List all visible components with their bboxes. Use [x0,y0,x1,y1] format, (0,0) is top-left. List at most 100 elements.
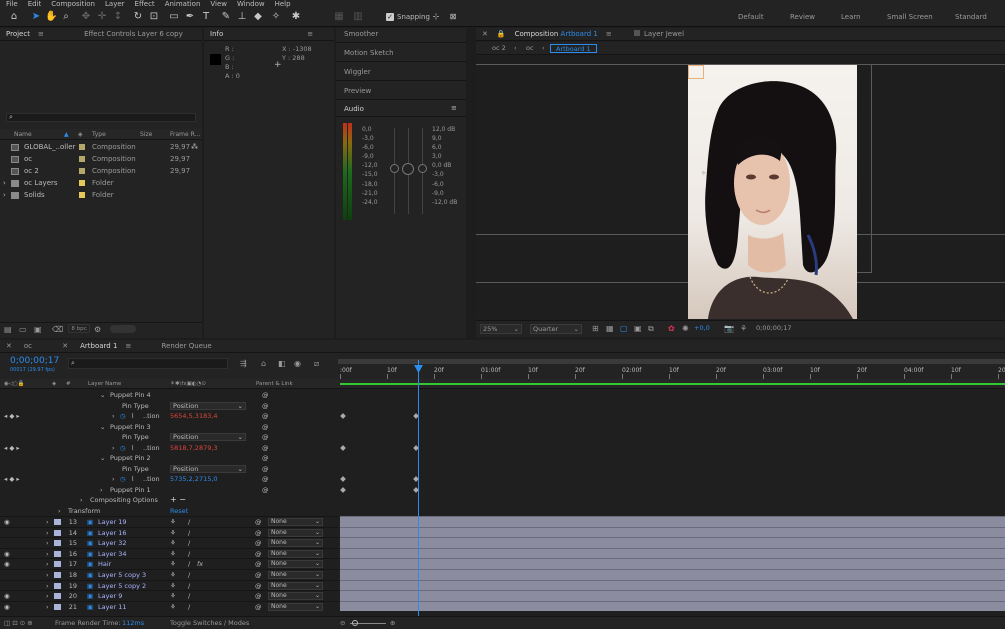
menu-animation[interactable]: Animation [165,0,201,8]
property-row[interactable]: › Compositing Options + − [0,495,338,506]
property-row[interactable]: ◂ ◆ ▸ › ◷ ⌇ ..tion 5818,7,2879,3 @ [0,443,338,454]
property-row[interactable]: Pin Type Position ⌄ @ [0,432,338,443]
zoom-out-icon[interactable]: ⊖ [340,617,345,629]
work-area-bar[interactable] [338,359,1005,364]
label-color[interactable] [79,168,85,174]
pickwhip-icon[interactable]: @ [262,453,269,464]
tab-effect-controls[interactable]: Effect Controls Layer 6 copy [78,28,189,41]
flowchart-icon[interactable]: ⁂ [191,141,198,153]
layer-name[interactable]: Layer 11 [98,602,126,613]
quality-switch-icon[interactable]: / [188,602,190,613]
region-of-interest-icon[interactable]: ⊞ [592,321,599,336]
chevron-right-icon[interactable]: › [3,189,6,201]
rotate-tool-icon[interactable]: ↻ [132,11,144,23]
comp-menu-icon[interactable]: ≡ [604,28,614,41]
layer-row[interactable]: ◉ › 20 ▣ Layer 9 ⚘ / @ None ⌄ [0,590,338,601]
comp-viewer[interactable]: ⌖ [476,55,1005,319]
layer-duration-bar[interactable] [340,600,1005,612]
menu-help[interactable]: Help [275,0,291,8]
property-row[interactable]: ⌄ Puppet Pin 3 @ [0,422,338,433]
show-snapshot-icon[interactable]: ⚘ [740,321,747,336]
panel-menu-icon[interactable]: ≡ [36,28,46,41]
graph-icon[interactable]: ⌇ [131,443,134,454]
pickwhip-icon[interactable]: @ [262,464,269,475]
property-track[interactable] [340,474,1005,485]
footer-toggle-icons[interactable]: ◫ ⊡ ⊙ ⊕ [4,617,33,629]
pickwhip-icon[interactable]: @ [255,602,262,613]
parent-dropdown[interactable]: None ⌄ [268,528,323,537]
layer-row[interactable]: › 19 ▣ Layer 5 copy 2 ⚘ / @ None ⌄ [0,579,338,591]
pen-tool-icon[interactable]: ✒ [184,11,196,23]
graph-icon[interactable]: ⌇ [131,474,134,485]
brush-tool-icon[interactable]: ✎ [220,11,232,23]
exposure-value[interactable]: +0,0 [694,321,710,336]
property-row[interactable]: Pin Type Position ⌄ @ [0,464,338,475]
layer-label-color[interactable] [54,561,61,568]
property-row[interactable]: ⌄ Puppet Pin 4 @ [0,390,338,401]
stopwatch-icon[interactable]: ◷ [120,474,126,485]
label-color[interactable] [79,156,85,162]
draft-3d-icon[interactable]: ⌂ [261,359,266,368]
property-track[interactable] [340,506,1005,517]
bpc-button[interactable]: 8 bpc [68,324,90,333]
property-track[interactable] [340,411,1005,422]
orbit-tool-icon[interactable]: ✥ [80,11,92,23]
trash-icon[interactable]: ⌫ [52,325,63,334]
reset-link[interactable]: Reset [170,506,188,517]
pin-type-dropdown[interactable]: Position ⌄ [170,401,246,410]
current-timecode[interactable]: 0;00;00;17 [10,356,59,366]
tab-composition[interactable]: Composition Artboard 1 [509,28,604,41]
property-row[interactable]: ◂ ◆ ▸ › ◷ ⌇ ..tion 5735,2,2715,0 @ [0,474,338,485]
menu-view[interactable]: View [210,0,227,8]
keyframe[interactable] [340,476,346,482]
comp-flowchart-icon[interactable]: ⇶ [240,359,247,368]
transparency-grid-icon[interactable]: ▦ [606,321,614,336]
pickwhip-icon[interactable]: @ [262,485,269,496]
pickwhip-icon[interactable]: @ [262,401,269,412]
chevron-down-icon[interactable]: ⌄ [100,422,105,433]
crumb-oc2[interactable]: oc 2 [492,42,506,55]
info-menu-icon[interactable]: ≡ [301,28,319,41]
layer-label-color[interactable] [54,550,61,557]
property-track[interactable] [340,432,1005,443]
fader-knob-master[interactable] [402,163,414,175]
home-icon[interactable]: ⌂ [8,11,20,23]
audio-menu-icon[interactable]: ≡ [451,104,457,112]
channel-icon[interactable]: ✿ [668,321,675,336]
pickwhip-icon[interactable]: @ [262,432,269,443]
snap-target-icon[interactable]: ⊠ [447,11,459,23]
selection-tool-icon[interactable]: ➤ [30,11,42,23]
column-name[interactable]: Name [14,129,32,140]
layer-duration-bar[interactable] [340,526,1005,538]
zoom-tool-icon[interactable]: ⌕ [60,11,72,23]
parent-dropdown[interactable]: None ⌄ [268,560,323,569]
pickwhip-icon[interactable]: @ [262,390,269,401]
menu-edit[interactable]: Edit [28,0,42,8]
layer-label-color[interactable] [54,572,61,578]
project-item[interactable]: › oc Layers Folder [0,177,202,189]
tab-artboard1[interactable]: Artboard 1 [74,340,123,353]
layer-duration-bar[interactable] [340,590,1005,601]
zoom-dropdown[interactable]: 25% ⌄ [480,324,522,334]
wiggler-tab[interactable]: Wiggler [344,68,371,76]
render-settings-icon[interactable]: ⚙ [94,325,101,334]
label-color[interactable] [79,192,85,198]
property-track[interactable] [340,422,1005,433]
property-track[interactable] [340,495,1005,506]
layer-row[interactable]: ◉ › 21 ▣ Layer 11 ⚘ / @ None ⌄ [0,600,338,613]
property-row[interactable]: ◂ ◆ ▸ › ◷ ⌇ ..tion 5654,5,3183,4 @ [0,411,338,422]
parent-dropdown[interactable]: None ⌄ [268,581,323,590]
keyframe[interactable] [340,413,346,419]
property-track[interactable] [340,485,1005,496]
toggle-switches-button[interactable]: Toggle Switches / Modes [170,617,249,629]
new-comp-icon[interactable]: ▣ [34,325,42,334]
layer-label-color[interactable] [54,540,61,547]
label-color[interactable] [79,144,85,150]
project-search-input[interactable]: ⌕ [6,113,196,122]
label-color[interactable] [79,180,85,186]
layer-row[interactable]: › 18 ▣ Layer 5 copy 3 ⚘ / @ None ⌄ [0,569,338,580]
project-item[interactable]: GLOBAL_..oller Composition 29,97 ⁂ [0,141,202,153]
eraser-tool-icon[interactable]: ◆ [252,11,264,23]
distribute-icon[interactable]: ▥ [352,11,364,23]
position-value[interactable]: 5818,7,2879,3 [170,443,218,454]
